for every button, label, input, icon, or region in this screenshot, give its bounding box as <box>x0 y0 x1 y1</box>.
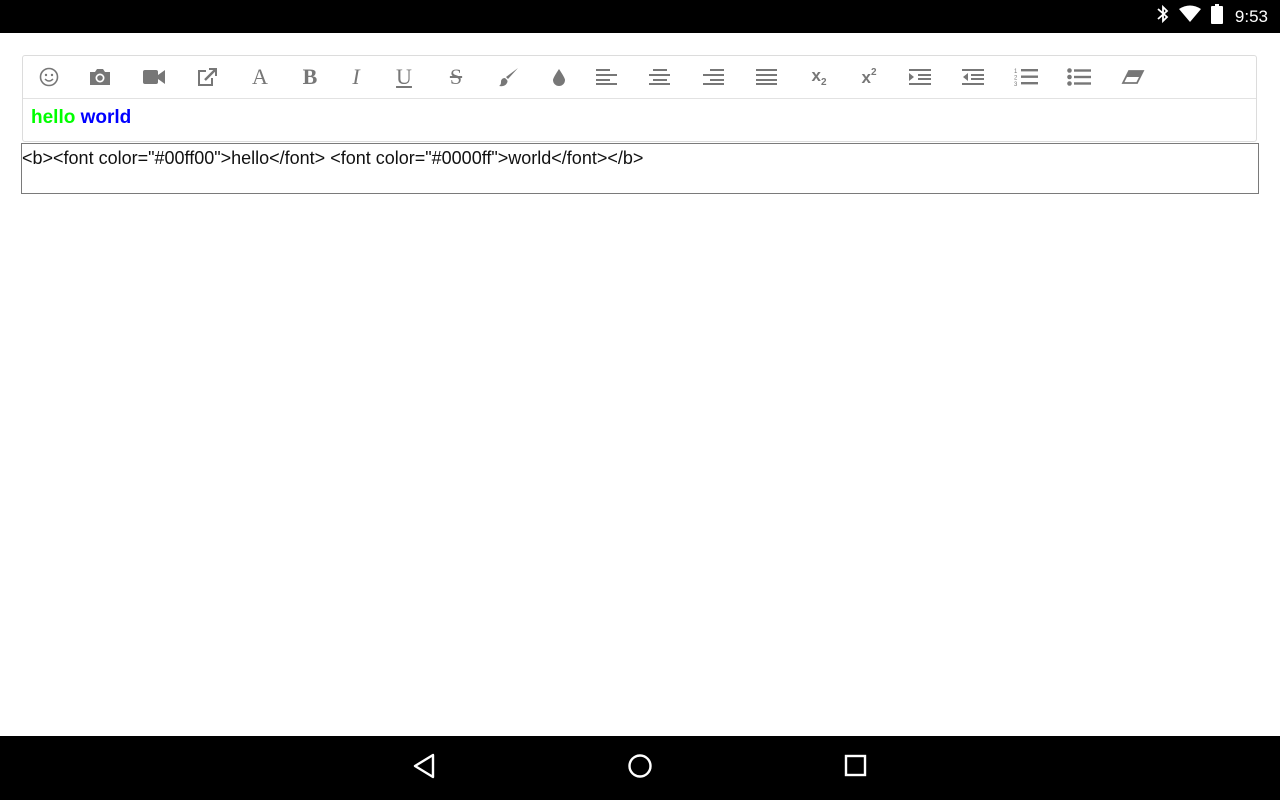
battery-icon <box>1210 4 1223 29</box>
bold-icon: B <box>302 64 318 89</box>
home-icon <box>627 753 653 784</box>
status-bar: 9:53 <box>0 0 1280 33</box>
unordered-list-button[interactable] <box>1064 64 1094 90</box>
font-button[interactable]: A <box>245 64 275 90</box>
align-center-icon <box>649 68 671 86</box>
outdent-icon <box>962 68 984 86</box>
svg-text:3: 3 <box>1014 82 1018 87</box>
subscript-icon: x2 <box>811 65 827 88</box>
underline-icon: U <box>396 64 412 89</box>
status-icons: 9:53 <box>1157 0 1268 33</box>
text-color-button[interactable] <box>494 64 524 90</box>
italic-icon: I <box>352 64 360 89</box>
editor-content[interactable]: hello world <box>31 106 131 130</box>
insert-image-button[interactable] <box>85 64 115 90</box>
clear-format-button[interactable] <box>1118 64 1148 90</box>
external-link-icon <box>196 67 218 87</box>
home-button[interactable] <box>620 748 660 788</box>
subscript-button[interactable]: x2 <box>804 64 834 90</box>
navigation-bar <box>0 736 1280 800</box>
align-right-button[interactable] <box>699 64 729 90</box>
bold-button[interactable]: B <box>295 64 325 90</box>
superscript-button[interactable]: x2 <box>854 64 884 90</box>
content-word-hello: hello <box>31 107 76 128</box>
superscript-icon: x2 <box>861 67 877 87</box>
droplet-icon <box>552 67 566 87</box>
strikethrough-icon: S <box>449 64 463 89</box>
align-left-button[interactable] <box>592 64 622 90</box>
ordered-list-icon: 123 <box>1014 67 1038 87</box>
recents-icon <box>844 754 868 783</box>
svg-text:1: 1 <box>1014 69 1018 75</box>
unordered-list-icon <box>1067 67 1091 87</box>
indent-icon <box>909 68 931 86</box>
smile-icon <box>39 67 59 87</box>
align-justify-button[interactable] <box>752 64 782 90</box>
indent-button[interactable] <box>905 64 935 90</box>
paintbrush-icon <box>498 66 520 88</box>
bluetooth-icon <box>1157 4 1169 29</box>
eraser-icon <box>1121 69 1145 85</box>
outdent-button[interactable] <box>958 64 988 90</box>
video-camera-icon <box>142 68 166 86</box>
align-left-icon <box>596 68 618 86</box>
content-word-world: world <box>80 107 132 128</box>
align-center-button[interactable] <box>645 64 675 90</box>
italic-button[interactable]: I <box>341 64 371 90</box>
insert-link-button[interactable] <box>192 64 222 90</box>
rich-text-editor: A B I U S x2 x2 1 2 3 hello world <box>22 55 1257 142</box>
wifi-icon <box>1178 5 1201 28</box>
underline-button[interactable]: U <box>389 64 419 90</box>
editor-toolbar: A B I U S x2 x2 1 2 3 <box>23 56 1256 99</box>
background-color-button[interactable] <box>544 64 574 90</box>
align-right-icon <box>703 68 725 86</box>
align-justify-icon <box>756 68 778 86</box>
insert-video-button[interactable] <box>139 64 169 90</box>
ordered-list-button[interactable]: 123 <box>1011 64 1041 90</box>
camera-icon <box>88 67 112 87</box>
emoji-button[interactable] <box>34 64 64 90</box>
font-icon: A <box>252 64 268 89</box>
svg-text:2: 2 <box>1014 76 1018 82</box>
back-icon <box>412 753 436 784</box>
back-button[interactable] <box>404 748 444 788</box>
recents-button[interactable] <box>836 748 876 788</box>
clock: 9:53 <box>1234 6 1268 26</box>
strikethrough-button[interactable]: S <box>441 64 471 90</box>
html-source-view[interactable]: <b><font color="#00ff00">hello</font> <f… <box>21 143 1259 194</box>
